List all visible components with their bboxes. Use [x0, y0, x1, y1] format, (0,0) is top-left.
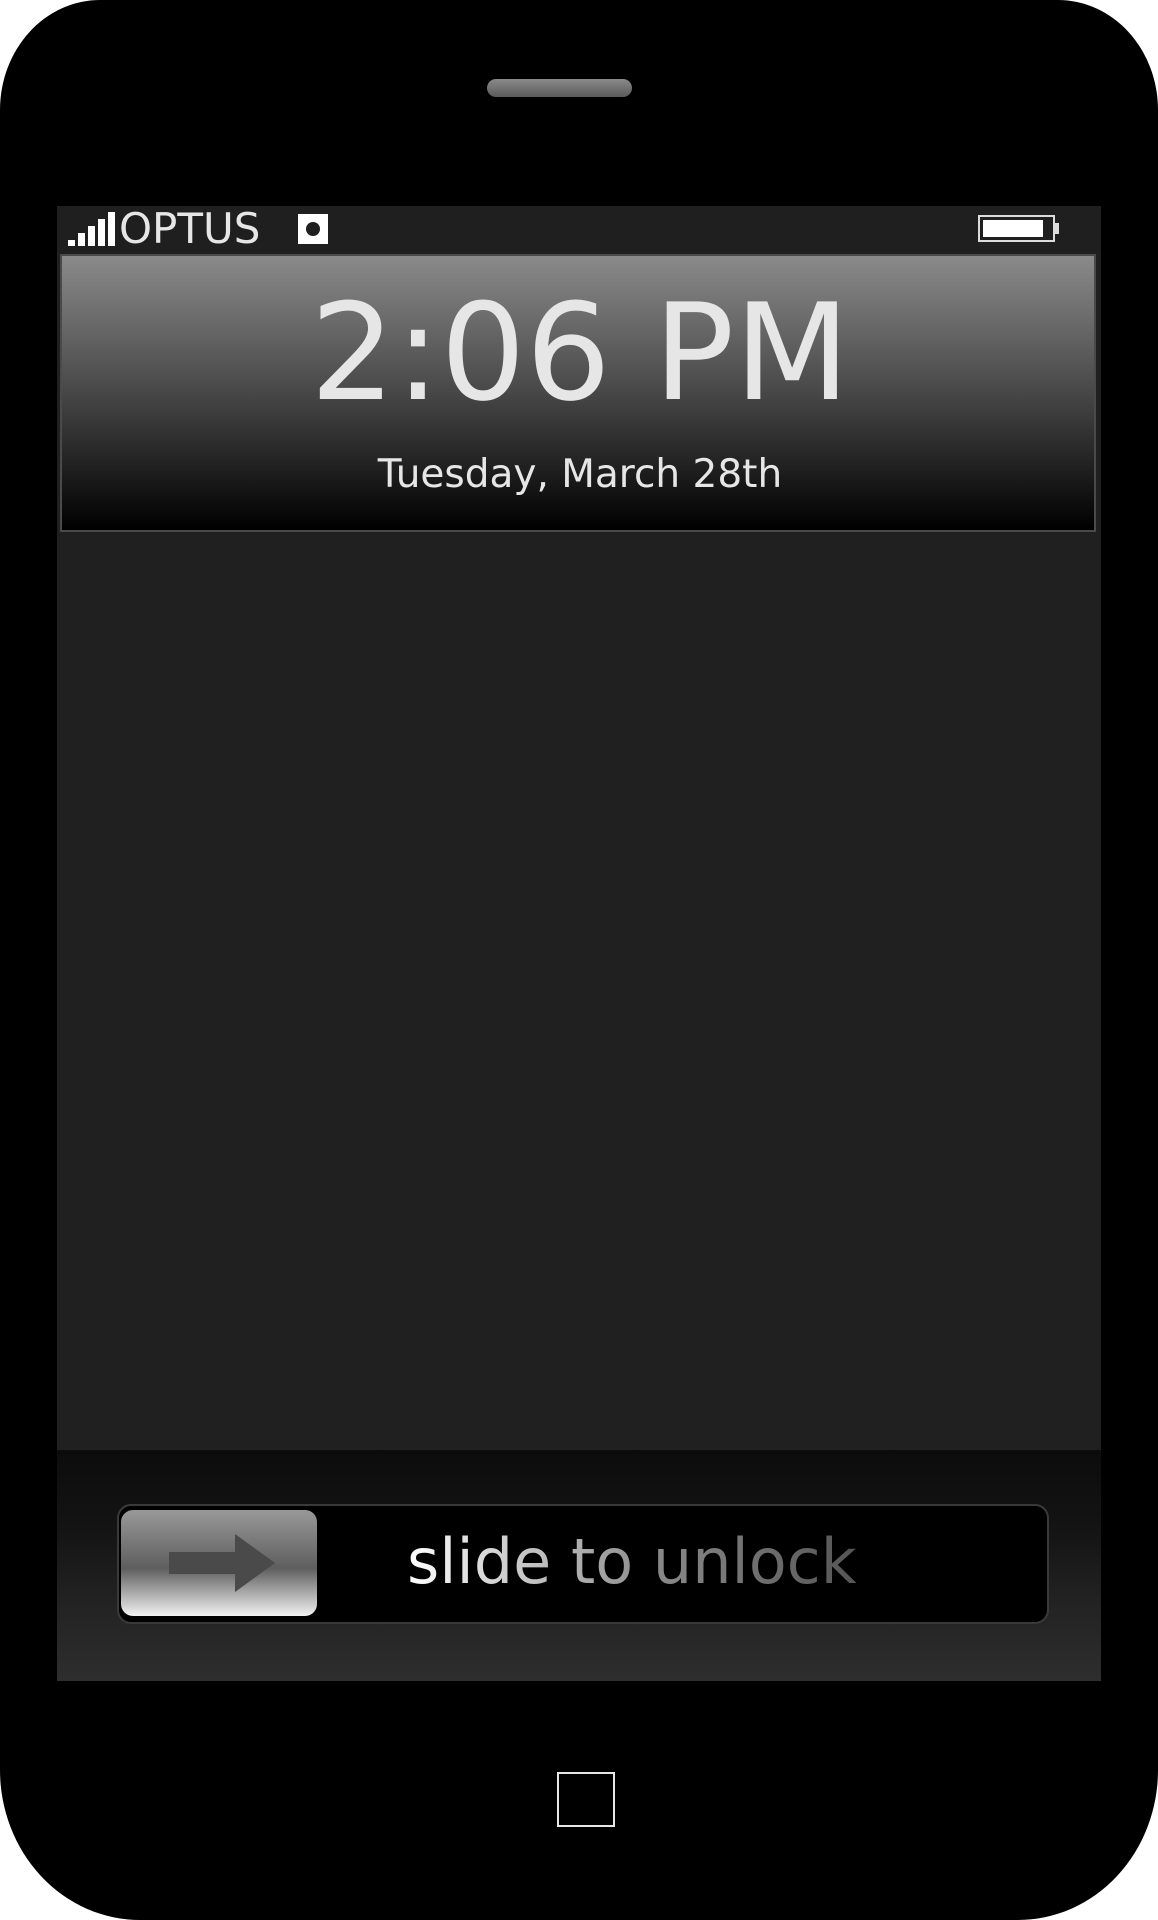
right-arrow-icon: [169, 1534, 275, 1592]
carrier-name: OPTUS: [119, 206, 261, 253]
status-bar: OPTUS: [57, 206, 1101, 252]
slide-to-unlock-label: slide to unlock: [407, 1504, 857, 1620]
battery-icon: [978, 215, 1055, 242]
lock-screen: OPTUS 2:06 PM Tuesday, March 28th slide …: [57, 206, 1101, 1681]
unlock-bar: slide to unlock: [57, 1450, 1101, 1681]
home-button-icon[interactable]: [557, 1772, 615, 1827]
battery-level-fill: [983, 220, 1044, 237]
signal-strength-icon: [68, 212, 115, 246]
battery-terminal: [1055, 223, 1059, 234]
lock-screen-date: Tuesday, March 28th: [377, 452, 783, 497]
clock-panel: 2:06 PM Tuesday, March 28th: [60, 254, 1096, 532]
earpiece-speaker: [487, 79, 632, 97]
sync-indicator-icon: [298, 214, 328, 244]
phone-body: OPTUS 2:06 PM Tuesday, March 28th slide …: [0, 0, 1158, 1920]
lock-screen-time: 2:06 PM: [310, 275, 850, 431]
unlock-slider-knob[interactable]: [121, 1510, 317, 1616]
